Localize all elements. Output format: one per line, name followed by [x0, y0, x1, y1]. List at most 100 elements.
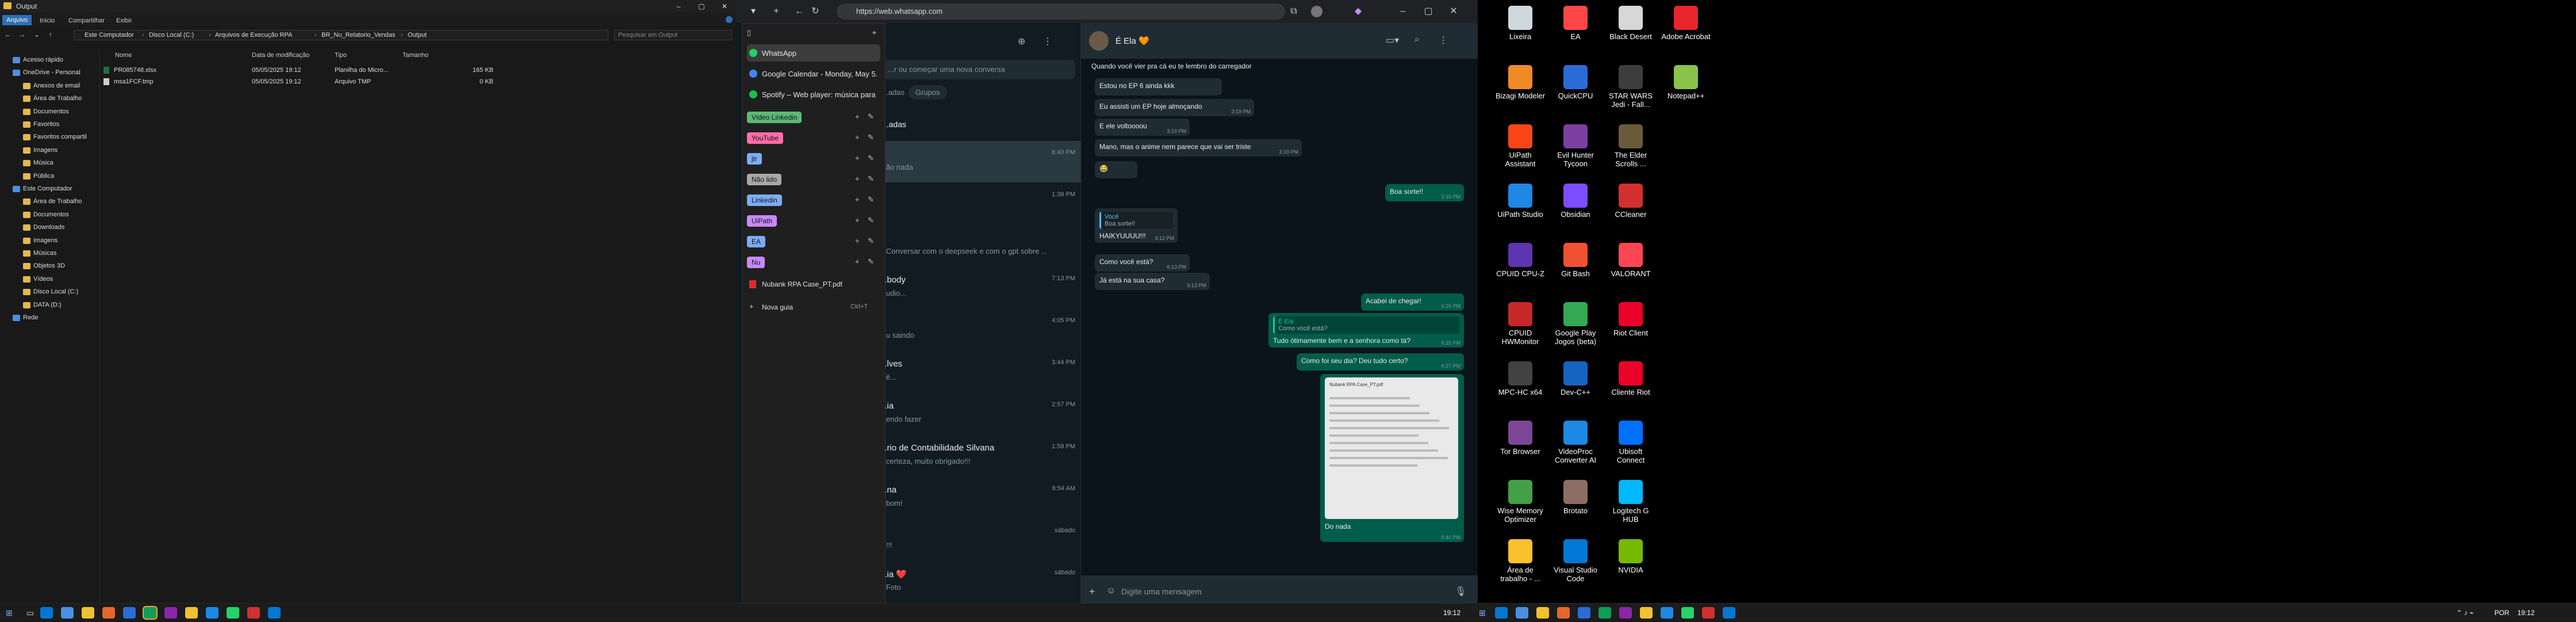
close-button[interactable]: ✕: [1448, 6, 1459, 17]
edit-icon[interactable]: ✎: [868, 195, 874, 204]
chat-list-item[interactable]: ...Conversar com o deepseek e com o gpt …: [880, 225, 1081, 266]
avatar[interactable]: [1311, 6, 1322, 17]
chat-search-input[interactable]: ...r ou começar uma nova conversa: [880, 60, 1075, 79]
file-row[interactable]: PR085748.xlsx 05/05/2025 19:12 Planilha do…: [102, 64, 493, 76]
nav-item[interactable]: Vídeos: [0, 273, 98, 286]
desktop-icon[interactable]: Wise Memory Optimizer: [1495, 478, 1546, 533]
message-bubble[interactable]: Eu assisti um EP hoje almoçando 3:19 PM: [1095, 99, 1254, 116]
ribbon-tab-compartilhar[interactable]: Compartilhar: [64, 16, 109, 26]
tray-icons[interactable]: ⌃ ♪ ⌁: [2456, 609, 2474, 617]
tab-item[interactable]: WhatsApp: [747, 44, 880, 62]
tab-item[interactable]: Nubank RPA Case_PT.pdf: [747, 276, 880, 293]
taskbar-app-icon[interactable]: [144, 607, 156, 619]
taskbar-app-icon[interactable]: [1619, 607, 1632, 619]
taskbar-app-icon[interactable]: [1578, 607, 1590, 619]
desktop-icon[interactable]: VALORANT: [1605, 241, 1656, 296]
close-button[interactable]: ✕: [713, 0, 736, 13]
ribbon-tab-inicio[interactable]: Início: [36, 16, 59, 26]
message-bubble[interactable]: Acabei de chegar! 6:25 PM: [1361, 293, 1464, 311]
desktop-icon[interactable]: NVIDIA: [1605, 537, 1656, 592]
tab-strip-icon[interactable]: ▯: [747, 28, 751, 37]
crumb-este-computador[interactable]: Este Computador: [85, 32, 134, 39]
taskbar-app-icon[interactable]: [61, 607, 74, 619]
crumb-relatorio-vendas[interactable]: BR_Nu_Relatorio_Vendas: [321, 32, 395, 39]
nav-item[interactable]: Pública: [0, 170, 98, 183]
nav-item[interactable]: Imagens: [0, 144, 98, 157]
nav-item[interactable]: Objetos 3D: [0, 260, 98, 273]
forward-icon[interactable]: →: [17, 30, 26, 40]
crumb-disco-local[interactable]: Disco Local (C:): [149, 32, 194, 39]
desktop-icon[interactable]: Evil Hunter Tycoon: [1550, 122, 1601, 177]
taskbar-app-icon[interactable]: [40, 607, 53, 619]
chat-list-item[interactable]: ...ia ...endo fazer 2:57 PM: [880, 393, 1081, 434]
taskbar-app-icon[interactable]: [1557, 607, 1570, 619]
taskbar-app-icon[interactable]: [164, 607, 177, 619]
message-bubble[interactable]: Quando você vier pra cá eu te lembro do …: [1087, 59, 1294, 76]
contact-name[interactable]: É Ela 🧡: [1116, 36, 1149, 46]
desktop-icon[interactable]: Git Bash: [1550, 241, 1601, 296]
desktop-icon[interactable]: CPUID HWMonitor: [1495, 300, 1546, 355]
menu-icon[interactable]: ⋮: [1439, 35, 1448, 46]
tab-group[interactable]: Não lido + ✎: [747, 172, 880, 189]
taskbar-app-icon[interactable]: [1516, 607, 1528, 619]
add-icon[interactable]: +: [855, 257, 860, 266]
chevron-down-icon[interactable]: ⌄: [32, 30, 41, 40]
image-attachment[interactable]: Nubank RPA Case_PT.pdf: [1325, 377, 1458, 519]
message-bubble[interactable]: Você Boa sorte!! HAIKYUUUU!!! 4:12 PM: [1095, 208, 1178, 243]
message-bubble[interactable]: Mano, mas o anime nem parece que vai ser…: [1095, 139, 1302, 157]
chat-list-item[interactable]: ...body ...udio... 7:13 PM: [880, 267, 1081, 308]
tab-group[interactable]: EA + ✎: [747, 234, 880, 251]
new-tab-item[interactable]: + Nova guia Ctrl+T: [747, 299, 880, 316]
nav-item[interactable]: Música: [0, 157, 98, 170]
minimize-button[interactable]: –: [1397, 6, 1409, 17]
nav-item[interactable]: Disco Local (C:): [0, 286, 98, 299]
desktop-icon[interactable]: Black Desert: [1605, 3, 1656, 59]
taskbar-app-icon[interactable]: [1495, 607, 1508, 619]
back-icon[interactable]: ←: [3, 30, 13, 40]
desktop-icon[interactable]: EA: [1550, 3, 1601, 59]
column-header-name[interactable]: Nome: [115, 52, 132, 59]
chat-list-item[interactable]: ...!!! sábado: [880, 519, 1081, 560]
desktop-icon[interactable]: Brotato: [1550, 478, 1601, 533]
taskbar-app-icon[interactable]: [1681, 607, 1694, 619]
tab-item[interactable]: Spotify – Web player: música para t...: [747, 86, 880, 103]
add-icon[interactable]: +: [855, 236, 860, 245]
message-bubble[interactable]: 😂: [1095, 161, 1137, 178]
nav-item[interactable]: Área de Trabalho: [0, 196, 98, 208]
desktop-icon[interactable]: Cliente Riot: [1605, 359, 1656, 414]
tab-group[interactable]: Vídeo Linkedin + ✎: [747, 110, 880, 127]
crumb-arquivos-rpa[interactable]: Arquivos de Execução RPA: [215, 32, 292, 39]
nav-item[interactable]: DATA (D:): [0, 299, 98, 312]
chat-list-item[interactable]: ...ão nada 6:40 PM: [880, 141, 1081, 182]
column-header-type[interactable]: Tipo: [335, 52, 347, 59]
nav-item[interactable]: Documentos: [0, 106, 98, 119]
tab-search-icon[interactable]: ▾: [747, 6, 759, 17]
start-icon[interactable]: ⊞: [1479, 608, 1486, 618]
edit-icon[interactable]: ✎: [868, 154, 874, 163]
edit-icon[interactable]: ✎: [868, 174, 874, 184]
video-call-icon[interactable]: ▭▾: [1386, 35, 1399, 46]
desktop-icon[interactable]: Tor Browser: [1495, 418, 1546, 474]
help-icon[interactable]: [726, 16, 733, 23]
message-bubble[interactable]: Como você está? 6:13 PM: [1095, 254, 1190, 272]
nav-item[interactable]: Imagens: [0, 235, 98, 247]
edit-icon[interactable]: ✎: [868, 112, 874, 121]
file-row[interactable]: msa1FCF.tmp 05/05/2025 19:12 Arquivo TMP 0 …: [102, 76, 493, 87]
message-bubble[interactable]: Como foi seu dia? Deu tudo certo? 6:27 PM: [1297, 353, 1464, 371]
filter-chip-groups[interactable]: Grupos: [908, 85, 947, 100]
chat-list-item[interactable]: ...rio de Contabilidade Silvana ...certez…: [880, 435, 1081, 476]
message-bubble[interactable]: Estou no EP 6 ainda kkk: [1095, 78, 1222, 96]
avatar[interactable]: [1089, 31, 1109, 51]
desktop-icon[interactable]: STAR WARS Jedi - Fall...: [1605, 63, 1656, 118]
desktop-icon[interactable]: Lixeira: [1495, 3, 1546, 59]
desktop-icon[interactable]: UiPath Studio: [1495, 181, 1546, 236]
add-icon[interactable]: +: [855, 195, 860, 204]
taskbar-app-icon[interactable]: [102, 607, 115, 619]
nav-item[interactable]: Este Computador: [0, 183, 98, 196]
add-icon[interactable]: +: [855, 133, 860, 142]
edit-icon[interactable]: ✎: [868, 257, 874, 266]
taskbar-app-icon[interactable]: [185, 607, 198, 619]
search-input[interactable]: Pesquisar em Output: [614, 30, 732, 40]
taskbar-app-icon[interactable]: [206, 607, 218, 619]
nav-item[interactable]: OneDrive - Personal: [0, 67, 98, 79]
